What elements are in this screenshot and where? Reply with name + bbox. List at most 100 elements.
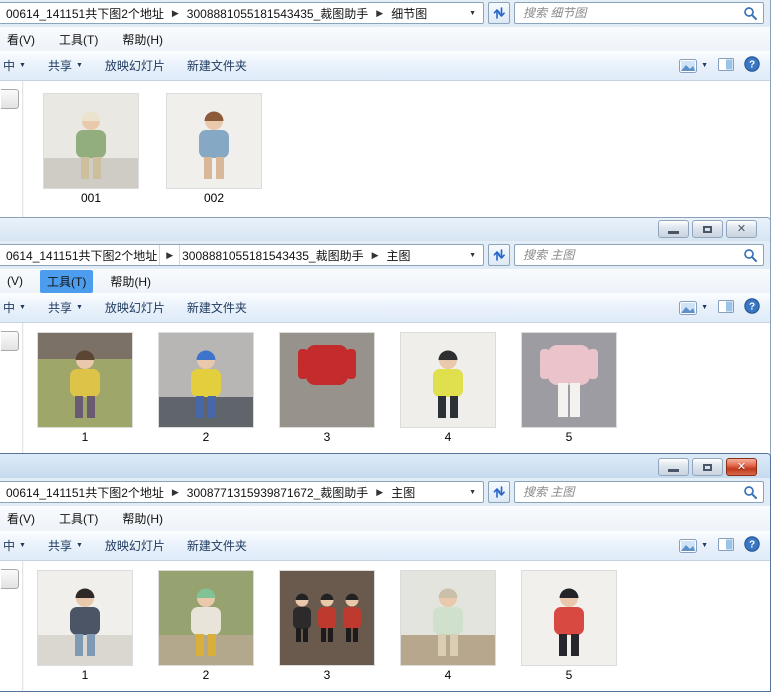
breadcrumb-segment[interactable]: 0614_141151共下图2个地址 [4,247,159,264]
address-row: 00614_141151共下图2个地址 ▶ 300877131593987167… [0,478,770,506]
share-button[interactable]: 共享 ▼ [48,299,83,316]
file-label: 1 [81,668,89,682]
search-icon[interactable] [743,6,758,24]
maximize-button[interactable] [692,220,723,238]
menu-help[interactable]: 帮助(H) [103,270,158,293]
address-bar[interactable]: 0614_141151共下图2个地址 ▶ 3008881055181543435… [0,244,484,266]
breadcrumb-arrow-icon[interactable]: ▶ [370,487,389,498]
breadcrumb-segment[interactable]: 3008881055181543435_裁图助手 [185,5,370,22]
refresh-button[interactable] [488,244,510,266]
breadcrumb-segment[interactable]: 主图 [389,484,417,501]
search-input[interactable] [515,485,763,499]
help-button[interactable]: ? [744,536,760,555]
address-dropdown-icon[interactable]: ▼ [466,252,479,259]
minimize-button[interactable] [658,458,689,476]
svg-text:?: ? [749,60,755,71]
title-bar[interactable]: ✕ [0,218,770,241]
close-button[interactable]: ✕ [726,220,757,238]
title-bar[interactable]: ✕ [0,454,770,478]
change-view-button[interactable]: ▼ [679,538,708,553]
address-dropdown-icon[interactable]: ▼ [466,10,479,17]
search-input[interactable] [515,248,763,262]
views-icon [679,538,698,553]
maximize-button[interactable] [692,458,723,476]
breadcrumb-segment[interactable]: 3008881055181543435_裁图助手 [180,247,365,264]
breadcrumb-arrow-icon[interactable]: ▶ [370,8,389,19]
file-label: 4 [444,430,452,444]
refresh-button[interactable] [488,481,510,503]
slideshow-button[interactable]: 放映幻灯片 [105,299,165,316]
nav-pane-stub[interactable] [1,89,19,109]
minimize-button[interactable] [658,220,689,238]
file-label: 2 [202,668,210,682]
address-bar[interactable]: 00614_141151共下图2个地址 ▶ 300888105518154343… [0,2,484,24]
breadcrumb-arrow-icon[interactable]: ▶ [366,250,385,261]
preview-pane-button[interactable] [718,537,734,554]
close-icon: ✕ [736,460,747,473]
maximize-icon [703,463,712,471]
slideshow-button[interactable]: 放映幻灯片 [105,537,165,554]
breadcrumb-arrow-icon[interactable]: ▶ [159,245,181,265]
file-thumbnail[interactable]: 2 [158,332,254,444]
address-bar[interactable]: 00614_141151共下图2个地址 ▶ 300877131593987167… [0,481,484,503]
nav-pane-stub[interactable] [1,331,19,351]
new-folder-button[interactable]: 新建文件夹 [187,299,247,316]
search-input[interactable] [515,6,763,20]
change-view-button[interactable]: ▼ [679,58,708,73]
menu-view[interactable]: 看(V) [0,507,42,530]
menu-view[interactable]: (V) [0,271,30,291]
breadcrumb-segment[interactable]: 00614_141151共下图2个地址 [4,5,166,22]
new-folder-button[interactable]: 新建文件夹 [187,537,247,554]
preview-pane-button[interactable] [718,57,734,74]
file-thumbnail[interactable]: 4 [400,332,496,444]
search-icon[interactable] [743,248,758,266]
file-label: 002 [203,191,225,205]
include-in-library-button[interactable]: 中 ▼ [3,537,26,554]
include-in-library-button[interactable]: 中 ▼ [3,299,26,316]
address-dropdown-icon[interactable]: ▼ [466,489,479,496]
close-button[interactable]: ✕ [726,458,757,476]
file-thumbnail[interactable]: 5 [521,570,617,682]
breadcrumb-segment[interactable]: 细节图 [389,5,429,22]
breadcrumb-segment[interactable]: 3008771315939871672_裁图助手 [185,484,370,501]
command-bar: 中 ▼ 共享 ▼ 放映幻灯片 新建文件夹 ▼ ? [0,293,770,323]
file-thumbnail[interactable]: 5 [521,332,617,444]
breadcrumb-arrow-icon[interactable]: ▶ [166,487,185,498]
slideshow-button[interactable]: 放映幻灯片 [105,57,165,74]
file-list-area[interactable]: 1 2 3 4 5 [0,561,770,691]
search-icon[interactable] [743,485,758,503]
help-button[interactable]: ? [744,56,760,75]
change-view-button[interactable]: ▼ [679,300,708,315]
file-list-area[interactable]: 1 2 3 4 5 [0,323,770,463]
share-button[interactable]: 共享 ▼ [48,57,83,74]
file-label: 001 [80,191,102,205]
menu-tools[interactable]: 工具(T) [52,507,105,530]
breadcrumb-segment[interactable]: 00614_141151共下图2个地址 [4,484,166,501]
file-thumbnail[interactable]: 3 [279,570,375,682]
nav-pane-stub[interactable] [1,569,19,589]
file-thumbnail[interactable]: 1 [37,570,133,682]
refresh-button[interactable] [488,2,510,24]
new-folder-button[interactable]: 新建文件夹 [187,57,247,74]
preview-pane-button[interactable] [718,299,734,316]
file-thumbnail[interactable]: 001 [43,93,139,205]
help-button[interactable]: ? [744,298,760,317]
include-in-library-button[interactable]: 中 ▼ [3,57,26,74]
breadcrumb-arrow-icon[interactable]: ▶ [166,8,185,19]
file-thumbnail[interactable]: 002 [166,93,262,205]
menu-tools[interactable]: 工具(T) [40,269,94,293]
search-box[interactable] [514,2,764,24]
menu-tools[interactable]: 工具(T) [52,28,105,51]
search-box[interactable] [514,481,764,503]
file-thumbnail[interactable]: 1 [37,332,133,444]
views-icon [679,58,698,73]
menu-help[interactable]: 帮助(H) [115,28,170,51]
file-thumbnail[interactable]: 2 [158,570,254,682]
file-thumbnail[interactable]: 3 [279,332,375,444]
search-box[interactable] [514,244,764,266]
share-button[interactable]: 共享 ▼ [48,537,83,554]
file-thumbnail[interactable]: 4 [400,570,496,682]
menu-help[interactable]: 帮助(H) [115,507,170,530]
menu-view[interactable]: 看(V) [0,28,42,51]
breadcrumb-segment[interactable]: 主图 [385,247,413,264]
